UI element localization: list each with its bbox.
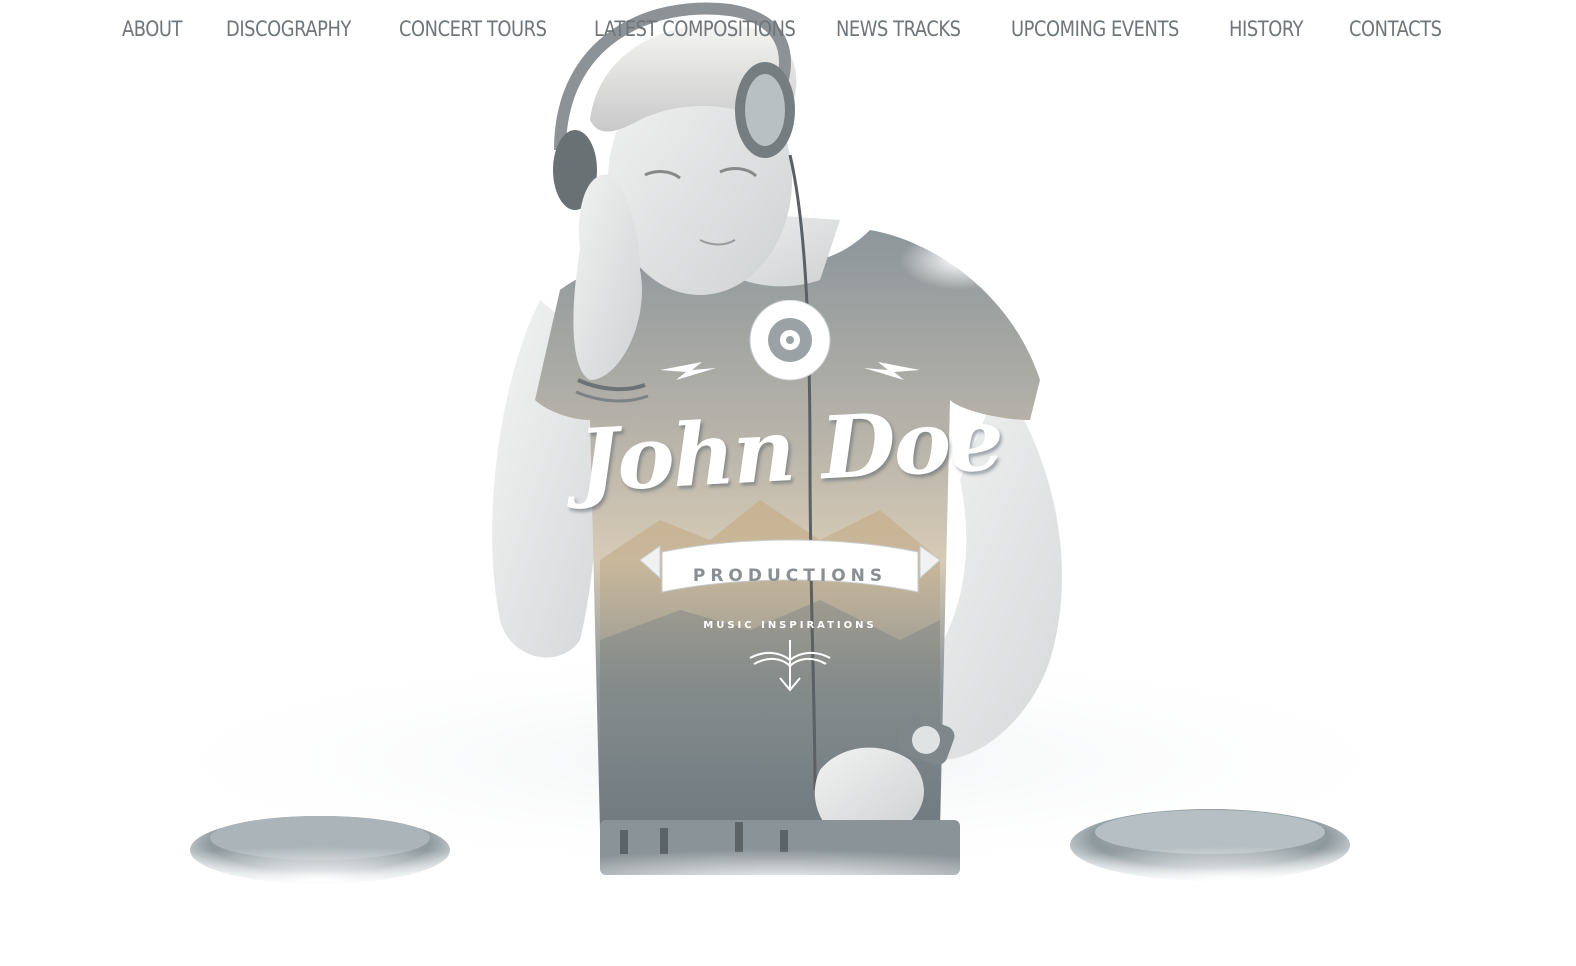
- nav-link-latest-compositions[interactable]: LATEST COMPOSITIONS: [594, 14, 796, 44]
- nav-link-news-tracks[interactable]: NEWS TRACKS: [836, 14, 961, 44]
- nav-link-upcoming-events[interactable]: UPCOMING EVENTS: [1011, 14, 1179, 44]
- vinyl-record-icon: [749, 299, 831, 381]
- nav-link-discography[interactable]: DISCOGRAPHY: [226, 14, 351, 44]
- anchor-icon: [749, 640, 831, 692]
- logo-ribbon-text: PRODUCTIONS: [692, 566, 888, 586]
- nav-link-contacts[interactable]: CONTACTS: [1349, 14, 1442, 44]
- logo-tagline: MUSIC INSPIRATIONS: [703, 620, 877, 631]
- nav-link-about[interactable]: ABOUT: [122, 14, 182, 44]
- nav-link-concert-tours[interactable]: CONCERT TOURS: [399, 14, 547, 44]
- main-navigation: ABOUT DISCOGRAPHY CONCERT TOURS LATEST C…: [0, 0, 1576, 58]
- nav-link-history[interactable]: HISTORY: [1229, 14, 1304, 44]
